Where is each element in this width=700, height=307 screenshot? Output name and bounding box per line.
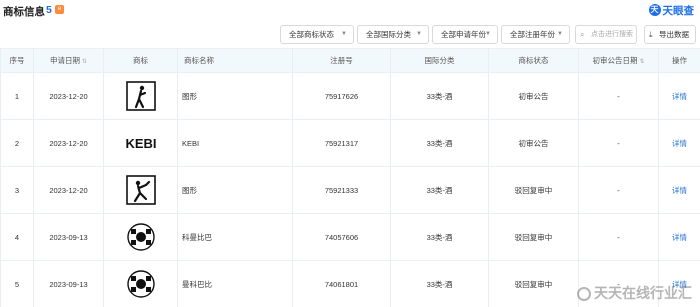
row-date: 2023-12-20 (33, 72, 104, 120)
brand-name: 天眼查 (662, 4, 695, 17)
row-pub: - (578, 213, 659, 261)
round-seal-logo-icon[interactable] (126, 222, 156, 252)
col-pub[interactable]: 初审公告日期 ⇅ (578, 48, 659, 73)
filter-label: 全部商标状态 (289, 30, 334, 39)
row-name: 图形 (177, 72, 293, 120)
filter-class-dropdown[interactable]: 全部国际分类 ▼ (357, 25, 429, 44)
round-seal-logo-icon[interactable] (126, 269, 156, 299)
row-name: 科曼比巴 (177, 213, 293, 261)
row-status: 初审公告 (488, 72, 579, 120)
sort-icon[interactable]: ⇅ (639, 59, 644, 65)
download-icon: ⤓ (649, 30, 653, 39)
row-reg: 75917626 (292, 72, 391, 120)
row-pub: - (578, 72, 659, 120)
row-index: 1 (0, 72, 34, 120)
row-class: 33类-酒 (390, 72, 489, 120)
table-row: 1 2023-12-20 图形 75917626 33类-酒 初审公告 - 详情 (0, 72, 700, 120)
table-row: 2 2023-12-20 KEBI KEBI 75921317 33类-酒 初审公告 - 详情 (0, 119, 700, 167)
col-reg: 注册号 (292, 48, 391, 73)
col-name: 商标名称 (177, 48, 293, 73)
search-placeholder: 点击进行搜索 (591, 31, 633, 38)
row-logo[interactable]: KEBI (103, 119, 178, 167)
col-class: 国际分类 (390, 48, 489, 73)
row-class: 33类-酒 (390, 119, 489, 167)
brand-logo[interactable]: 天 天眼查 (648, 3, 695, 17)
row-date: 2023-12-20 (33, 166, 104, 214)
table-row: 3 2023-12-20 图形 75921333 33类-酒 驳回复审中 - 详情 (0, 166, 700, 214)
col-index: 序号 (0, 48, 34, 73)
export-label: 导出数据 (659, 30, 689, 39)
col-pub-label: 初审公告日期 (592, 56, 638, 65)
row-logo[interactable] (103, 166, 178, 214)
col-date[interactable]: 申请日期 ⇅ (33, 48, 104, 73)
row-reg: 75921317 (292, 119, 391, 167)
watermark-text: 天天在线行业汇 (594, 285, 692, 301)
row-date: 2023-12-20 (33, 119, 104, 167)
row-index: 2 (0, 119, 34, 167)
sort-icon[interactable]: ⇅ (82, 59, 87, 65)
filter-apply-year-dropdown[interactable]: 全部申请年份 ▼ (432, 25, 498, 44)
export-button[interactable]: ⤓ 导出数据 (644, 25, 696, 44)
row-name: 曼科巴比 (177, 260, 293, 307)
weibo-icon (577, 287, 591, 302)
row-class: 33类-酒 (390, 213, 489, 261)
row-reg: 75921333 (292, 166, 391, 214)
jumper-logo-icon[interactable] (125, 175, 156, 205)
filter-label: 全部国际分类 (366, 30, 411, 39)
row-class: 33类-酒 (390, 260, 489, 307)
row-pub: - (578, 166, 659, 214)
table-row: 4 2023-09-13 科曼比巴 74057606 33类-酒 驳回复审中 - 详情 (0, 213, 700, 261)
section-header: 商标信息 5 e 天 天眼查 (0, 0, 700, 22)
details-link[interactable]: 详情 (658, 213, 700, 261)
search-icon: ⌕ (580, 30, 585, 39)
row-name: KEBI (177, 119, 293, 167)
row-name: 图形 (177, 166, 293, 214)
section-title: 商标信息 (3, 6, 45, 18)
trademark-count: 5 (46, 4, 52, 16)
filter-reg-year-dropdown[interactable]: 全部注册年份 ▼ (501, 25, 570, 44)
table-header-row: 序号 申请日期 ⇅ 商标 商标名称 注册号 国际分类 商标状态 初审公告日期 ⇅ 操… (0, 48, 700, 73)
details-link[interactable]: 详情 (658, 166, 700, 214)
chevron-down-icon: ▼ (341, 31, 347, 37)
row-status: 驳回复审中 (488, 213, 579, 261)
row-logo[interactable] (103, 213, 178, 261)
row-status: 初审公告 (488, 119, 579, 167)
col-status: 商标状态 (488, 48, 579, 73)
search-input[interactable]: ⌕ 点击进行搜索 (575, 25, 637, 44)
details-link[interactable]: 详情 (658, 119, 700, 167)
trademark-table: 序号 申请日期 ⇅ 商标 商标名称 注册号 国际分类 商标状态 初审公告日期 ⇅ 操… (0, 48, 700, 307)
logo-text: KEBI (126, 136, 156, 151)
row-logo[interactable] (103, 72, 178, 120)
watermark: 天天在线行业汇 (577, 283, 692, 303)
row-status: 驳回复审中 (488, 166, 579, 214)
row-status: 驳回复审中 (488, 260, 579, 307)
chevron-down-icon: ▼ (557, 31, 563, 37)
col-date-label: 申请日期 (49, 56, 80, 65)
filter-status-dropdown[interactable]: 全部商标状态 ▼ (280, 25, 354, 44)
row-index: 5 (0, 260, 34, 307)
kebi-wordmark-logo[interactable]: KEBI (125, 128, 156, 158)
tianyancha-logo-icon: 天 (648, 4, 661, 16)
row-reg: 74061801 (292, 260, 391, 307)
details-link[interactable]: 详情 (658, 72, 700, 120)
row-index: 4 (0, 213, 34, 261)
row-pub: - (578, 119, 659, 167)
info-badge-icon[interactable]: e (55, 5, 64, 14)
filter-label: 全部注册年份 (510, 30, 555, 39)
filter-bar: 全部商标状态 ▼ 全部国际分类 ▼ 全部申请年份 ▼ 全部注册年份 ▼ ⌕ 点击… (0, 25, 700, 45)
row-logo[interactable] (103, 260, 178, 307)
chevron-down-icon: ▼ (416, 31, 422, 37)
row-reg: 74057606 (292, 213, 391, 261)
filter-label: 全部申请年份 (441, 30, 486, 39)
row-class: 33类-酒 (390, 166, 489, 214)
row-date: 2023-09-13 (33, 213, 104, 261)
row-date: 2023-09-13 (33, 260, 104, 307)
col-logo: 商标 (103, 48, 178, 73)
col-action: 操作 (658, 48, 700, 73)
row-index: 3 (0, 166, 34, 214)
chevron-down-icon: ▼ (485, 31, 491, 37)
runner-logo-icon[interactable] (125, 81, 156, 111)
